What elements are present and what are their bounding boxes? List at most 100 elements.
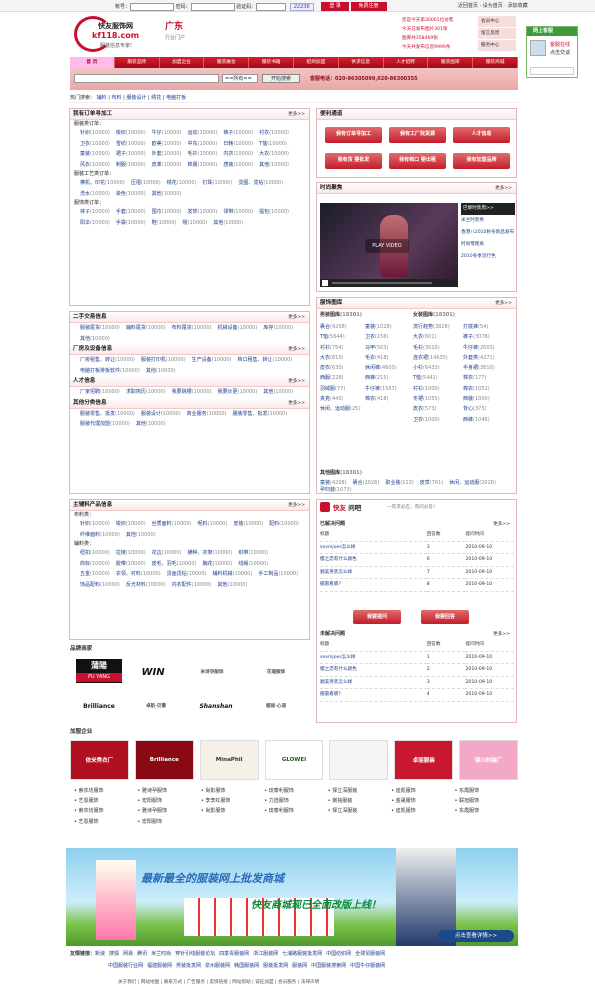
gallery-item[interactable]: 背心(373) (463, 404, 513, 414)
category-item[interactable]: 牛仔(10000) (152, 128, 182, 139)
category-item[interactable]: 皮装(10000) (233, 519, 263, 530)
category-item[interactable]: 饰品配料(10000) (80, 580, 120, 591)
hot-search-item[interactable]: 服装设计 (126, 95, 146, 101)
friend-link[interactable]: 泉州服装网 (205, 963, 230, 969)
category-item[interactable]: 织带(10000) (238, 548, 268, 559)
category-link[interactable]: 皮装 (233, 521, 243, 527)
category-item[interactable]: 针织(10000) (80, 128, 110, 139)
category-item[interactable]: 花边(10000) (152, 548, 182, 559)
category-link[interactable]: 棉服 (187, 162, 197, 168)
gallery-item[interactable]: 孕妇装(1073) (320, 486, 352, 493)
category-item[interactable]: 辅料尾货(10000) (126, 323, 166, 334)
gallery-link[interactable]: 皮衣 (320, 365, 330, 371)
join-company-link[interactable]: • 艺恩服饰 (74, 796, 137, 806)
footer-link[interactable]: 网站地图 (141, 980, 159, 985)
gallery-link[interactable]: 皮衣 (413, 406, 423, 412)
category-link[interactable]: 辅料机械 (212, 571, 232, 577)
gallery-link[interactable]: 毛衫 (413, 345, 423, 351)
category-link[interactable]: 裙子 (116, 151, 126, 157)
category-item[interactable]: 大衣(10000) (259, 149, 289, 160)
nav-join[interactable]: 加盟企业 (160, 57, 205, 68)
category-item[interactable]: 运动(10000) (187, 128, 217, 139)
footer-link[interactable]: 诚征加盟 (255, 980, 273, 985)
gallery-link[interactable]: 外套类 (463, 355, 478, 361)
footer-link[interactable]: 友情链接 (209, 980, 227, 985)
category-link[interactable]: 其他 (217, 582, 227, 588)
category-item[interactable]: 毛衫(10000) (187, 149, 217, 160)
category-link[interactable]: 厂家招聘 (80, 389, 100, 395)
brand-logo-huarui[interactable]: 花瑞服饰 (248, 659, 304, 685)
category-link[interactable]: 服装代理加盟 (80, 421, 110, 427)
fashion-caption[interactable]: 米兰时装秀 (461, 215, 515, 227)
question-title[interactable]: 擂雷看裘? (320, 688, 427, 702)
friend-link[interactable]: 韩国服装网 (234, 963, 259, 969)
category-link[interactable]: 织带 (238, 550, 248, 556)
category-link[interactable]: 服装尾货 (80, 325, 100, 331)
category-item[interactable]: 其他(10000) (146, 366, 176, 377)
gallery-link[interactable]: 职业装 (385, 480, 400, 486)
gallery-item[interactable]: 大衣(601) (413, 332, 463, 342)
search-input[interactable] (74, 74, 219, 83)
gallery-item[interactable]: 小衫(6433) (413, 363, 463, 373)
friend-link[interactable]: 穿针引线服装论坛 (175, 951, 215, 957)
category-item[interactable]: 五金(10000) (80, 569, 110, 580)
category-link[interactable]: 档口租售、转让 (237, 357, 272, 363)
category-link[interactable]: 厂房租售、转让 (80, 357, 115, 363)
hot-search-item[interactable]: 辅料 (97, 95, 107, 101)
category-link[interactable]: 纤维面料 (80, 532, 100, 538)
gallery-item[interactable]: 裹合(2026) (353, 479, 380, 486)
category-link[interactable]: 压褶 (131, 180, 141, 186)
category-item[interactable]: 生产设备(10000) (192, 355, 232, 366)
gallery-link[interactable]: 裤子 (463, 334, 473, 340)
join-company-link[interactable]: • 东霞服饰 (455, 786, 518, 796)
category-link[interactable]: 胸花 (202, 561, 212, 567)
category-link[interactable]: 丝质面料 (152, 521, 172, 527)
friend-link[interactable]: 新浪 (95, 951, 105, 957)
gallery-link[interactable]: 毛衣 (365, 355, 375, 361)
chat-link[interactable]: 点击交谈 (550, 49, 570, 56)
category-link[interactable]: 裤子 (223, 130, 233, 136)
gallery-item[interactable]: 卫衣(1000) (413, 415, 463, 425)
category-link[interactable]: 制服 (116, 162, 126, 168)
nav-supply[interactable]: 供求信息 (339, 57, 384, 68)
join-company-link[interactable]: • 琉泰利服饰 (264, 786, 327, 796)
category-item[interactable]: 服装零售、批发(10000) (80, 409, 135, 420)
gallery-item[interactable]: 童装(4208) (320, 479, 347, 486)
category-link[interactable]: 中东 (187, 141, 197, 147)
gallery-link[interactable]: 大衣 (413, 334, 423, 340)
join-company-link[interactable]: • 琉泰利服饰 (264, 806, 327, 816)
category-link[interactable]: 洗水 (80, 191, 90, 197)
gallery-item[interactable]: 打底裤(54) (463, 322, 513, 332)
join-company-link[interactable]: • 东霞服饰 (455, 806, 518, 816)
brand-logo-leili[interactable]: 蜡丽·心语 (248, 693, 304, 719)
category-item[interactable]: 鞋(10000) (152, 218, 177, 229)
category-link[interactable]: 烫图、烫钻 (238, 180, 263, 186)
more-link[interactable]: 更多>> (288, 312, 305, 323)
category-link[interactable]: 欧美 (152, 141, 162, 147)
fashion-caption[interactable]: 巴黎时装周>> (461, 203, 515, 215)
category-item[interactable]: 风衣(10000) (80, 160, 110, 171)
service-center-link[interactable]: 服务中心 (478, 40, 516, 51)
category-item[interactable]: 童装(10000) (80, 149, 110, 160)
friend-link[interactable]: 浙江服装网 (253, 951, 278, 957)
join-company-link[interactable]: • 雅诗孕服饰 (137, 806, 200, 816)
category-link[interactable]: 库存 (263, 325, 273, 331)
category-link[interactable]: 钉珠 (202, 180, 212, 186)
video-controls[interactable] (320, 279, 458, 287)
gallery-item[interactable]: 衬衫(754) (320, 343, 365, 353)
home-link[interactable]: 近回首页 (458, 3, 478, 9)
nav-jobs[interactable]: 人才招聘 (384, 57, 429, 68)
nav-gallery[interactable]: 服装图库 (428, 57, 474, 68)
category-item[interactable]: 服装尾货(10000) (80, 323, 120, 334)
friend-link[interactable]: 四季青服装网 (219, 951, 249, 957)
category-item[interactable]: 我要跳槽(10000) (172, 387, 212, 398)
online-input[interactable] (530, 67, 574, 75)
category-item[interactable]: 制服(10000) (116, 160, 146, 171)
category-item[interactable]: 内衣配件(10000) (172, 580, 212, 591)
category-item[interactable]: 线绳(10000) (238, 559, 268, 570)
category-link[interactable]: 我要炒更 (217, 389, 237, 395)
join-company-link[interactable]: • 尚影服饰 (201, 806, 264, 816)
footer-link[interactable]: 网站帮助 (232, 980, 250, 985)
friend-link[interactable]: 七浦路服装批发网 (282, 951, 322, 957)
question-title[interactable]: sevmjoes怎么样 (320, 541, 427, 554)
